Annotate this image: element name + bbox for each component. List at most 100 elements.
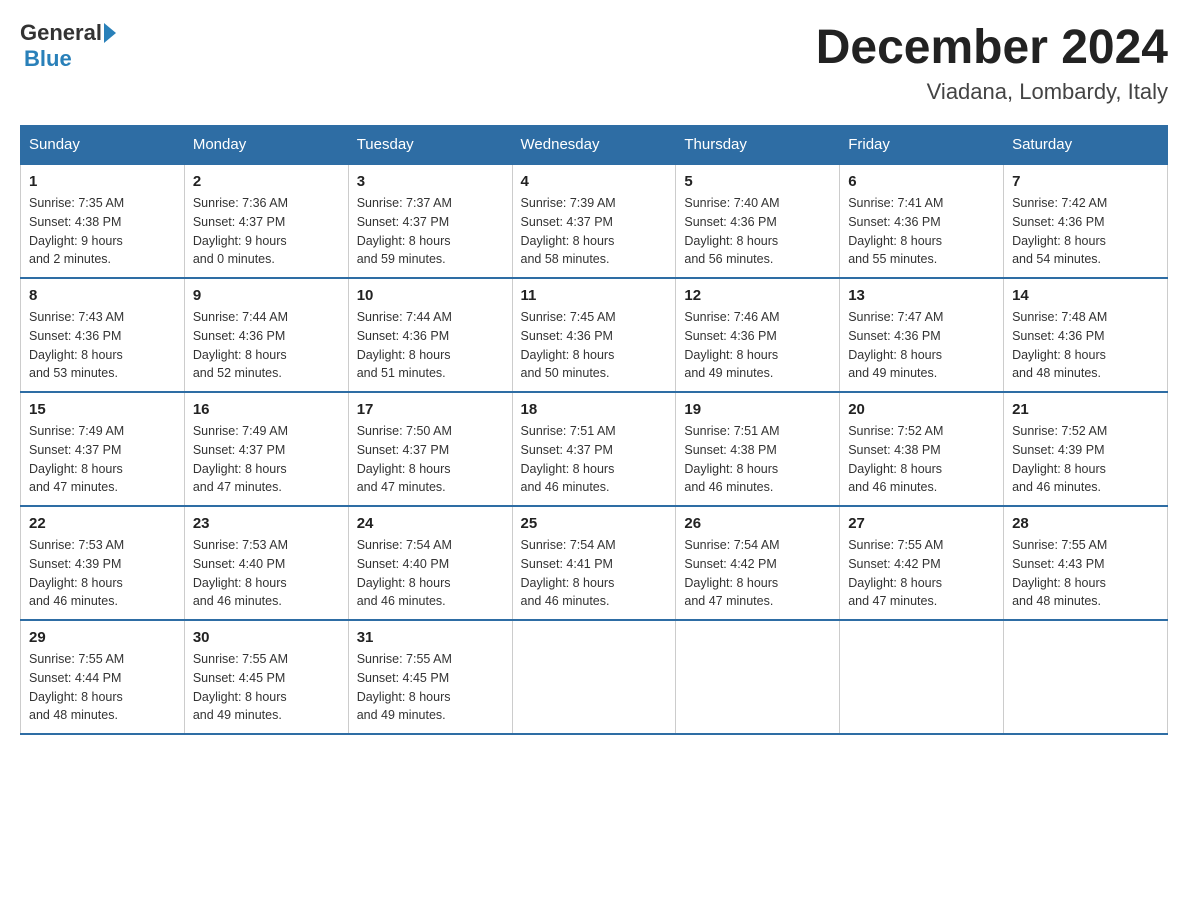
day-detail: Sunrise: 7:44 AMSunset: 4:36 PMDaylight:… (193, 308, 340, 383)
day-detail: Sunrise: 7:53 AMSunset: 4:40 PMDaylight:… (193, 536, 340, 611)
col-wednesday: Wednesday (512, 126, 676, 165)
day-cell: 20 Sunrise: 7:52 AMSunset: 4:38 PMDaylig… (840, 392, 1004, 506)
day-number: 16 (193, 401, 340, 418)
calendar-header-row: Sunday Monday Tuesday Wednesday Thursday… (21, 126, 1168, 165)
day-cell: 22 Sunrise: 7:53 AMSunset: 4:39 PMDaylig… (21, 506, 185, 620)
day-detail: Sunrise: 7:49 AMSunset: 4:37 PMDaylight:… (29, 422, 176, 497)
col-saturday: Saturday (1004, 126, 1168, 165)
day-detail: Sunrise: 7:40 AMSunset: 4:36 PMDaylight:… (684, 194, 831, 269)
title-area: December 2024 Viadana, Lombardy, Italy (816, 20, 1168, 105)
calendar-table: Sunday Monday Tuesday Wednesday Thursday… (20, 125, 1168, 735)
day-cell (676, 620, 840, 734)
month-title: December 2024 (816, 20, 1168, 75)
day-number: 11 (521, 287, 668, 304)
logo-blue: Blue (24, 46, 72, 72)
day-detail: Sunrise: 7:44 AMSunset: 4:36 PMDaylight:… (357, 308, 504, 383)
day-number: 8 (29, 287, 176, 304)
day-cell: 8 Sunrise: 7:43 AMSunset: 4:36 PMDayligh… (21, 278, 185, 392)
day-number: 28 (1012, 515, 1159, 532)
day-number: 14 (1012, 287, 1159, 304)
day-detail: Sunrise: 7:55 AMSunset: 4:44 PMDaylight:… (29, 650, 176, 725)
day-cell: 14 Sunrise: 7:48 AMSunset: 4:36 PMDaylig… (1004, 278, 1168, 392)
day-number: 23 (193, 515, 340, 532)
day-detail: Sunrise: 7:54 AMSunset: 4:42 PMDaylight:… (684, 536, 831, 611)
day-number: 6 (848, 173, 995, 190)
day-detail: Sunrise: 7:51 AMSunset: 4:38 PMDaylight:… (684, 422, 831, 497)
day-cell: 23 Sunrise: 7:53 AMSunset: 4:40 PMDaylig… (184, 506, 348, 620)
week-row-5: 29 Sunrise: 7:55 AMSunset: 4:44 PMDaylig… (21, 620, 1168, 734)
week-row-3: 15 Sunrise: 7:49 AMSunset: 4:37 PMDaylig… (21, 392, 1168, 506)
day-cell: 21 Sunrise: 7:52 AMSunset: 4:39 PMDaylig… (1004, 392, 1168, 506)
logo-triangle-icon (104, 23, 116, 43)
day-detail: Sunrise: 7:55 AMSunset: 4:45 PMDaylight:… (357, 650, 504, 725)
day-detail: Sunrise: 7:43 AMSunset: 4:36 PMDaylight:… (29, 308, 176, 383)
day-number: 26 (684, 515, 831, 532)
day-number: 17 (357, 401, 504, 418)
day-cell (1004, 620, 1168, 734)
day-detail: Sunrise: 7:50 AMSunset: 4:37 PMDaylight:… (357, 422, 504, 497)
day-cell: 31 Sunrise: 7:55 AMSunset: 4:45 PMDaylig… (348, 620, 512, 734)
day-detail: Sunrise: 7:55 AMSunset: 4:42 PMDaylight:… (848, 536, 995, 611)
day-detail: Sunrise: 7:37 AMSunset: 4:37 PMDaylight:… (357, 194, 504, 269)
day-number: 4 (521, 173, 668, 190)
day-detail: Sunrise: 7:52 AMSunset: 4:38 PMDaylight:… (848, 422, 995, 497)
day-number: 19 (684, 401, 831, 418)
day-detail: Sunrise: 7:36 AMSunset: 4:37 PMDaylight:… (193, 194, 340, 269)
day-cell: 24 Sunrise: 7:54 AMSunset: 4:40 PMDaylig… (348, 506, 512, 620)
day-number: 15 (29, 401, 176, 418)
day-cell: 27 Sunrise: 7:55 AMSunset: 4:42 PMDaylig… (840, 506, 1004, 620)
day-cell: 18 Sunrise: 7:51 AMSunset: 4:37 PMDaylig… (512, 392, 676, 506)
day-cell: 12 Sunrise: 7:46 AMSunset: 4:36 PMDaylig… (676, 278, 840, 392)
col-sunday: Sunday (21, 126, 185, 165)
day-cell: 19 Sunrise: 7:51 AMSunset: 4:38 PMDaylig… (676, 392, 840, 506)
day-number: 30 (193, 629, 340, 646)
day-detail: Sunrise: 7:47 AMSunset: 4:36 PMDaylight:… (848, 308, 995, 383)
day-cell: 9 Sunrise: 7:44 AMSunset: 4:36 PMDayligh… (184, 278, 348, 392)
day-number: 20 (848, 401, 995, 418)
col-tuesday: Tuesday (348, 126, 512, 165)
page-header: General Blue December 2024 Viadana, Lomb… (20, 20, 1168, 105)
day-detail: Sunrise: 7:49 AMSunset: 4:37 PMDaylight:… (193, 422, 340, 497)
day-detail: Sunrise: 7:51 AMSunset: 4:37 PMDaylight:… (521, 422, 668, 497)
day-detail: Sunrise: 7:53 AMSunset: 4:39 PMDaylight:… (29, 536, 176, 611)
day-number: 21 (1012, 401, 1159, 418)
day-number: 22 (29, 515, 176, 532)
week-row-4: 22 Sunrise: 7:53 AMSunset: 4:39 PMDaylig… (21, 506, 1168, 620)
day-detail: Sunrise: 7:55 AMSunset: 4:45 PMDaylight:… (193, 650, 340, 725)
location: Viadana, Lombardy, Italy (816, 79, 1168, 105)
day-number: 25 (521, 515, 668, 532)
day-cell: 11 Sunrise: 7:45 AMSunset: 4:36 PMDaylig… (512, 278, 676, 392)
col-monday: Monday (184, 126, 348, 165)
day-cell: 10 Sunrise: 7:44 AMSunset: 4:36 PMDaylig… (348, 278, 512, 392)
day-detail: Sunrise: 7:35 AMSunset: 4:38 PMDaylight:… (29, 194, 176, 269)
day-cell: 4 Sunrise: 7:39 AMSunset: 4:37 PMDayligh… (512, 164, 676, 278)
day-number: 3 (357, 173, 504, 190)
day-cell: 25 Sunrise: 7:54 AMSunset: 4:41 PMDaylig… (512, 506, 676, 620)
day-number: 5 (684, 173, 831, 190)
day-cell: 13 Sunrise: 7:47 AMSunset: 4:36 PMDaylig… (840, 278, 1004, 392)
day-cell: 2 Sunrise: 7:36 AMSunset: 4:37 PMDayligh… (184, 164, 348, 278)
day-detail: Sunrise: 7:54 AMSunset: 4:41 PMDaylight:… (521, 536, 668, 611)
day-cell: 5 Sunrise: 7:40 AMSunset: 4:36 PMDayligh… (676, 164, 840, 278)
day-detail: Sunrise: 7:46 AMSunset: 4:36 PMDaylight:… (684, 308, 831, 383)
day-number: 10 (357, 287, 504, 304)
day-cell: 29 Sunrise: 7:55 AMSunset: 4:44 PMDaylig… (21, 620, 185, 734)
day-number: 13 (848, 287, 995, 304)
day-cell: 3 Sunrise: 7:37 AMSunset: 4:37 PMDayligh… (348, 164, 512, 278)
day-number: 24 (357, 515, 504, 532)
day-cell: 17 Sunrise: 7:50 AMSunset: 4:37 PMDaylig… (348, 392, 512, 506)
day-number: 27 (848, 515, 995, 532)
logo-general: General (20, 20, 102, 46)
day-number: 7 (1012, 173, 1159, 190)
day-cell (840, 620, 1004, 734)
day-detail: Sunrise: 7:48 AMSunset: 4:36 PMDaylight:… (1012, 308, 1159, 383)
day-number: 9 (193, 287, 340, 304)
day-number: 29 (29, 629, 176, 646)
week-row-1: 1 Sunrise: 7:35 AMSunset: 4:38 PMDayligh… (21, 164, 1168, 278)
day-number: 18 (521, 401, 668, 418)
col-thursday: Thursday (676, 126, 840, 165)
day-detail: Sunrise: 7:42 AMSunset: 4:36 PMDaylight:… (1012, 194, 1159, 269)
day-detail: Sunrise: 7:41 AMSunset: 4:36 PMDaylight:… (848, 194, 995, 269)
day-cell: 6 Sunrise: 7:41 AMSunset: 4:36 PMDayligh… (840, 164, 1004, 278)
day-cell: 26 Sunrise: 7:54 AMSunset: 4:42 PMDaylig… (676, 506, 840, 620)
